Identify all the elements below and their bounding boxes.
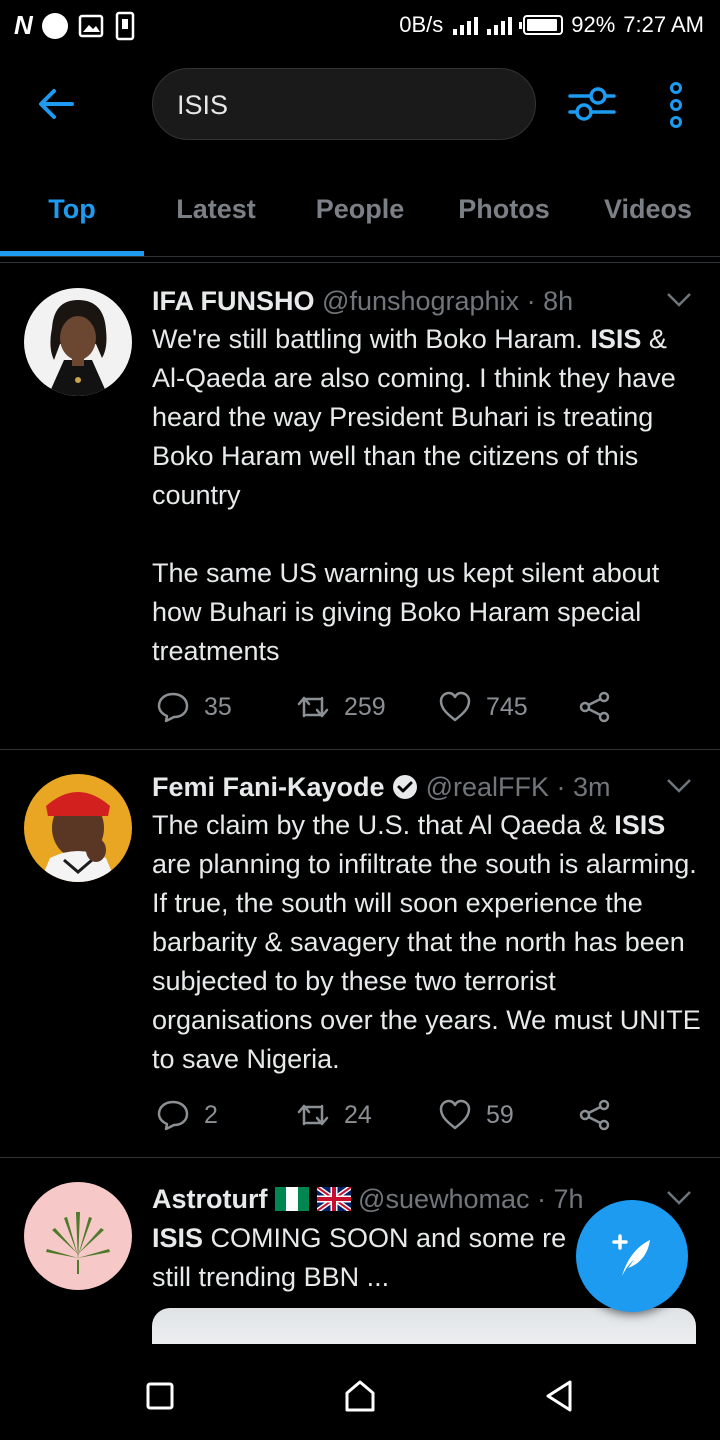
share-button[interactable] bbox=[578, 690, 612, 724]
author-handle[interactable]: @funshographix bbox=[322, 286, 519, 316]
like-button[interactable]: 745 bbox=[438, 690, 528, 724]
tabs-divider bbox=[0, 256, 720, 257]
tweet-text: The claim by the U.S. that Al Qaeda & IS… bbox=[152, 810, 701, 1074]
author-name[interactable]: Femi Fani-Kayode bbox=[152, 772, 385, 802]
status-bar: N 0B/s 92% 7:27 AM bbox=[0, 0, 720, 50]
reply-button[interactable]: 2 bbox=[156, 1098, 218, 1132]
search-tabs: Top Latest People Photos Videos bbox=[0, 164, 720, 256]
reply-count: 35 bbox=[204, 692, 232, 721]
like-count: 745 bbox=[486, 692, 528, 721]
like-button[interactable]: 59 bbox=[438, 1098, 514, 1132]
chevron-down-icon[interactable] bbox=[666, 1190, 692, 1206]
image-icon bbox=[78, 14, 104, 37]
tweet-header: IFA FUNSHO @funshographix · 8h bbox=[152, 284, 573, 318]
retweet-icon bbox=[297, 696, 329, 718]
phone-icon bbox=[115, 11, 135, 40]
tab-photos[interactable]: Photos bbox=[432, 164, 576, 256]
reply-icon bbox=[157, 692, 189, 723]
retweet-count: 24 bbox=[344, 1100, 372, 1129]
author-handle[interactable]: @suewhomac bbox=[358, 1184, 529, 1214]
highlight-term: ISIS bbox=[152, 1223, 204, 1253]
tweet-time: · 7h bbox=[537, 1184, 584, 1214]
tweet-actions: 35 259 745 bbox=[152, 690, 632, 730]
battery-icon bbox=[519, 15, 564, 35]
clock: 7:27 AM bbox=[623, 12, 704, 37]
author-name[interactable]: Astroturf bbox=[152, 1184, 268, 1214]
avatar[interactable] bbox=[24, 774, 132, 882]
filter-icon[interactable] bbox=[568, 84, 616, 124]
search-input[interactable]: ISIS bbox=[152, 68, 536, 140]
highlight-term: ISIS bbox=[614, 810, 666, 840]
retweet-count: 259 bbox=[344, 692, 386, 721]
more-options-icon[interactable] bbox=[664, 82, 688, 128]
chevron-down-icon[interactable] bbox=[666, 292, 692, 308]
retweet-button[interactable]: 24 bbox=[296, 1098, 372, 1132]
tweet-header: Astroturf @suewhomac · 7h bbox=[152, 1182, 584, 1216]
retweet-icon bbox=[297, 1104, 329, 1126]
back-icon[interactable] bbox=[540, 1376, 580, 1416]
tab-top[interactable]: Top bbox=[0, 164, 144, 256]
tweet-text: We're still battling with Boko Haram. IS… bbox=[152, 324, 676, 666]
tweet-divider bbox=[0, 1157, 720, 1158]
tweet-divider bbox=[0, 749, 720, 750]
tweet-actions: 2 24 59 bbox=[152, 1098, 632, 1138]
nigeria-flag-icon bbox=[275, 1187, 310, 1211]
author-handle[interactable]: @realFFK bbox=[426, 772, 549, 802]
battery-level: 92% bbox=[571, 12, 616, 37]
app-n-icon: N bbox=[14, 10, 33, 40]
tab-people[interactable]: People bbox=[288, 164, 432, 256]
tweet-header: Femi Fani-Kayode @realFFK · 3m bbox=[152, 770, 611, 804]
tweet-time: · 8h bbox=[526, 286, 574, 316]
verified-badge-icon bbox=[393, 775, 418, 799]
tabs-divider bbox=[0, 262, 720, 263]
compose-feather-icon bbox=[612, 1234, 650, 1276]
highlight-term: ISIS bbox=[590, 324, 642, 354]
heart-icon bbox=[439, 691, 471, 722]
compose-tweet-button[interactable] bbox=[576, 1200, 688, 1312]
reply-button[interactable]: 35 bbox=[156, 690, 232, 724]
tab-videos[interactable]: Videos bbox=[576, 164, 720, 256]
reply-count: 2 bbox=[204, 1100, 218, 1129]
net-speed: 0B/s bbox=[399, 12, 444, 37]
author-name[interactable]: IFA FUNSHO bbox=[152, 286, 315, 316]
back-arrow-icon[interactable] bbox=[36, 84, 76, 124]
chevron-down-icon[interactable] bbox=[666, 778, 692, 794]
notification-dot-icon bbox=[41, 12, 68, 39]
home-icon[interactable] bbox=[340, 1376, 380, 1416]
tweet-time: · 3m bbox=[556, 772, 611, 802]
retweet-button[interactable]: 259 bbox=[296, 690, 386, 724]
tab-latest[interactable]: Latest bbox=[144, 164, 288, 256]
recents-icon[interactable] bbox=[140, 1376, 180, 1416]
avatar[interactable] bbox=[24, 1182, 132, 1290]
share-icon bbox=[579, 691, 610, 723]
signal-icon bbox=[453, 17, 513, 35]
like-count: 59 bbox=[486, 1100, 514, 1129]
avatar[interactable] bbox=[24, 288, 132, 396]
share-icon bbox=[579, 1099, 610, 1131]
reply-icon bbox=[157, 1100, 189, 1131]
uk-flag-icon bbox=[315, 1184, 352, 1214]
tweet-media[interactable] bbox=[152, 1308, 696, 1348]
heart-icon bbox=[439, 1099, 471, 1130]
share-button[interactable] bbox=[578, 1098, 612, 1132]
system-nav-bar bbox=[0, 1344, 720, 1440]
